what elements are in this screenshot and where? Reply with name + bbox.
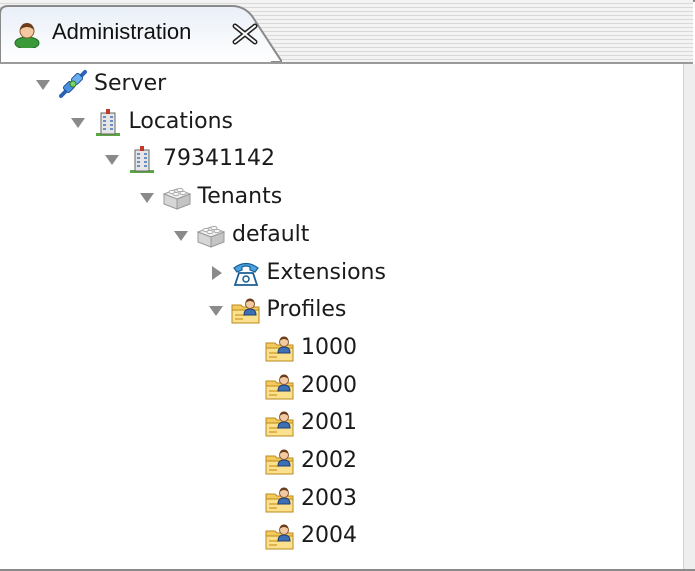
profile-folder-icon — [265, 333, 295, 363]
tree-node-p2004[interactable]: 2004 — [241, 518, 357, 554]
collapse-arrow-icon[interactable] — [207, 301, 225, 319]
expand-arrow-icon[interactable] — [207, 264, 225, 282]
building-icon — [93, 107, 123, 137]
tree-node-label: Extensions — [266, 259, 386, 285]
tree-node-label: Profiles — [266, 297, 347, 323]
profile-folder-icon — [265, 521, 295, 551]
tree-node-location[interactable]: 79341142 — [103, 141, 275, 177]
building-icon — [127, 144, 157, 174]
tree-node-label: 2003 — [301, 485, 357, 511]
profile-folder-icon — [265, 371, 295, 401]
tree-node-p2003[interactable]: 2003 — [241, 481, 357, 517]
tree-node-tenants[interactable]: Tenants — [138, 179, 283, 215]
tree-node-label: 1000 — [301, 334, 357, 360]
user-icon — [14, 23, 40, 48]
tree-node-label: 2000 — [301, 372, 357, 398]
profile-folder-icon — [265, 484, 295, 514]
tree-node-label: Server — [94, 71, 167, 96]
collapse-arrow-icon[interactable] — [103, 150, 121, 168]
scroll-gutter[interactable] — [684, 64, 695, 569]
tree-node-profiles[interactable]: Profiles — [207, 292, 347, 328]
tree-node-label: Locations — [128, 108, 234, 134]
tree-node-p2000[interactable]: 2000 — [241, 368, 357, 404]
close-icon[interactable] — [232, 23, 258, 45]
tree-node-label: default — [232, 221, 310, 247]
tab-bar: Administration — [0, 0, 693, 64]
tree-node-p2002[interactable]: 2002 — [241, 443, 357, 479]
tab-administration[interactable]: Administration — [0, 0, 282, 62]
network-connection-icon — [58, 69, 88, 99]
tree-node-label: 2002 — [301, 448, 357, 473]
profile-folder-icon — [231, 295, 261, 325]
tree-node-p1000[interactable]: 1000 — [241, 330, 357, 366]
tree-node-label: 79341142 — [163, 146, 275, 172]
profile-folder-icon — [265, 408, 295, 438]
tree-node-locations[interactable]: Locations — [69, 104, 234, 140]
brick-icon — [162, 182, 192, 212]
tree-node-server[interactable]: Server — [34, 66, 166, 102]
tree-node-extensions[interactable]: Extensions — [207, 255, 386, 291]
telephone-icon — [231, 258, 261, 288]
collapse-arrow-icon[interactable] — [69, 113, 87, 131]
profile-folder-icon — [265, 446, 295, 476]
tree-node-default[interactable]: default — [172, 217, 309, 253]
tree-node-label: Tenants — [197, 184, 283, 210]
tab-title: Administration — [52, 19, 192, 44]
collapse-arrow-icon[interactable] — [172, 226, 190, 244]
collapse-arrow-icon[interactable] — [138, 188, 156, 206]
brick-icon — [196, 220, 226, 250]
tree-node-label: 2004 — [301, 523, 357, 549]
collapse-arrow-icon[interactable] — [34, 75, 52, 93]
tree-node-label: 2001 — [301, 410, 357, 436]
tree-panel: Server Locations 79341142 Tenants defaul… — [0, 64, 693, 569]
tree-node-p2001[interactable]: 2001 — [241, 405, 357, 441]
